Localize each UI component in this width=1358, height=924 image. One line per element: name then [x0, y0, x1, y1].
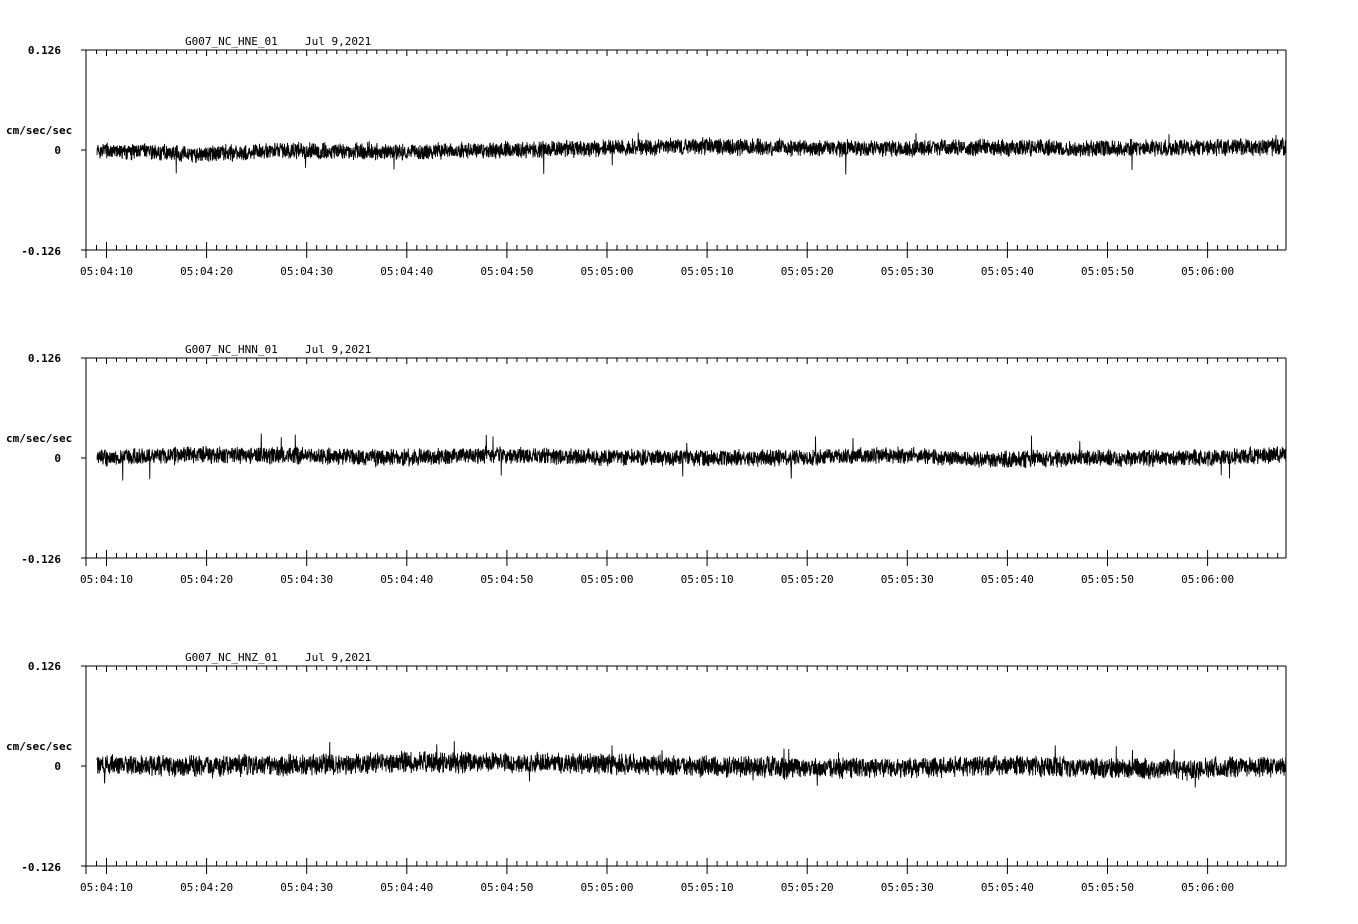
x-tick-label: 05:05:20: [781, 881, 834, 894]
x-tick-label: 05:05:00: [581, 881, 634, 894]
x-tick-label: 05:06:00: [1181, 265, 1234, 278]
x-tick-label: 05:04:50: [480, 265, 533, 278]
x-tick-label: 05:05:00: [581, 573, 634, 586]
x-tick-label: 05:05:30: [881, 573, 934, 586]
station-label: G007_NC_HNZ_01: [185, 651, 278, 664]
waveform-trace: [97, 133, 1286, 175]
x-tick-label: 05:05:10: [681, 265, 734, 278]
y-tick-label-min: -0.126: [21, 861, 61, 874]
x-tick-label: 05:05:40: [981, 573, 1034, 586]
seismogram-plots: G007_NC_HNE_01 Jul 9,2021 0.126 0 -0.126 cm/s…: [0, 0, 1358, 924]
x-tick-label: 05:05:20: [781, 265, 834, 278]
panel-2: G007_NC_HNZ_01 Jul 9,2021 0.126 0 -0.126 cm/s…: [6, 651, 1286, 894]
y-tick-label-max: 0.126: [28, 660, 61, 673]
y-tick-label-max: 0.126: [28, 44, 61, 57]
x-tick-label: 05:04:10: [80, 265, 133, 278]
x-tick-label: 05:04:40: [380, 881, 433, 894]
x-tick-label: 05:05:50: [1081, 881, 1134, 894]
y-tick-label-zero: 0: [54, 760, 61, 773]
y-tick-label-max: 0.126: [28, 352, 61, 365]
y-tick-label-min: -0.126: [21, 553, 61, 566]
x-tick-label: 05:04:40: [380, 573, 433, 586]
x-tick-label: 05:04:20: [180, 265, 233, 278]
x-tick-label: 05:04:30: [280, 881, 333, 894]
x-tick-label: 05:05:40: [981, 265, 1034, 278]
x-tick-label: 05:04:30: [280, 265, 333, 278]
date-label: Jul 9,2021: [305, 651, 371, 664]
x-tick-label: 05:05:50: [1081, 265, 1134, 278]
x-tick-label: 05:04:50: [480, 881, 533, 894]
x-tick-label: 05:04:10: [80, 881, 133, 894]
y-tick-label-zero: 0: [54, 452, 61, 465]
date-label: Jul 9,2021: [305, 35, 371, 48]
x-tick-label: 05:06:00: [1181, 881, 1234, 894]
x-tick-label: 05:05:20: [781, 573, 834, 586]
date-label: Jul 9,2021: [305, 343, 371, 356]
x-tick-label: 05:06:00: [1181, 573, 1234, 586]
y-axis-unit-label: cm/sec/sec: [6, 124, 72, 137]
x-tick-label: 05:05:10: [681, 573, 734, 586]
panel-0: G007_NC_HNE_01 Jul 9,2021 0.126 0 -0.126 cm/s…: [6, 35, 1286, 278]
panel-1: G007_NC_HNN_01 Jul 9,2021 0.126 0 -0.126 cm/s…: [6, 343, 1286, 586]
y-tick-label-min: -0.126: [21, 245, 61, 258]
y-tick-label-zero: 0: [54, 144, 61, 157]
x-tick-label: 05:04:40: [380, 265, 433, 278]
x-tick-label: 05:04:50: [480, 573, 533, 586]
y-axis-unit-label: cm/sec/sec: [6, 432, 72, 445]
x-tick-label: 05:04:20: [180, 881, 233, 894]
x-tick-label: 05:05:50: [1081, 573, 1134, 586]
x-tick-label: 05:04:10: [80, 573, 133, 586]
x-tick-label: 05:05:30: [881, 881, 934, 894]
x-tick-label: 05:05:00: [581, 265, 634, 278]
x-tick-label: 05:04:20: [180, 573, 233, 586]
waveform-trace: [97, 741, 1286, 787]
station-label: G007_NC_HNN_01: [185, 343, 278, 356]
x-tick-label: 05:05:10: [681, 881, 734, 894]
waveform-trace: [97, 434, 1286, 481]
x-tick-label: 05:04:30: [280, 573, 333, 586]
station-label: G007_NC_HNE_01: [185, 35, 278, 48]
y-axis-unit-label: cm/sec/sec: [6, 740, 72, 753]
x-tick-label: 05:05:30: [881, 265, 934, 278]
x-tick-label: 05:05:40: [981, 881, 1034, 894]
